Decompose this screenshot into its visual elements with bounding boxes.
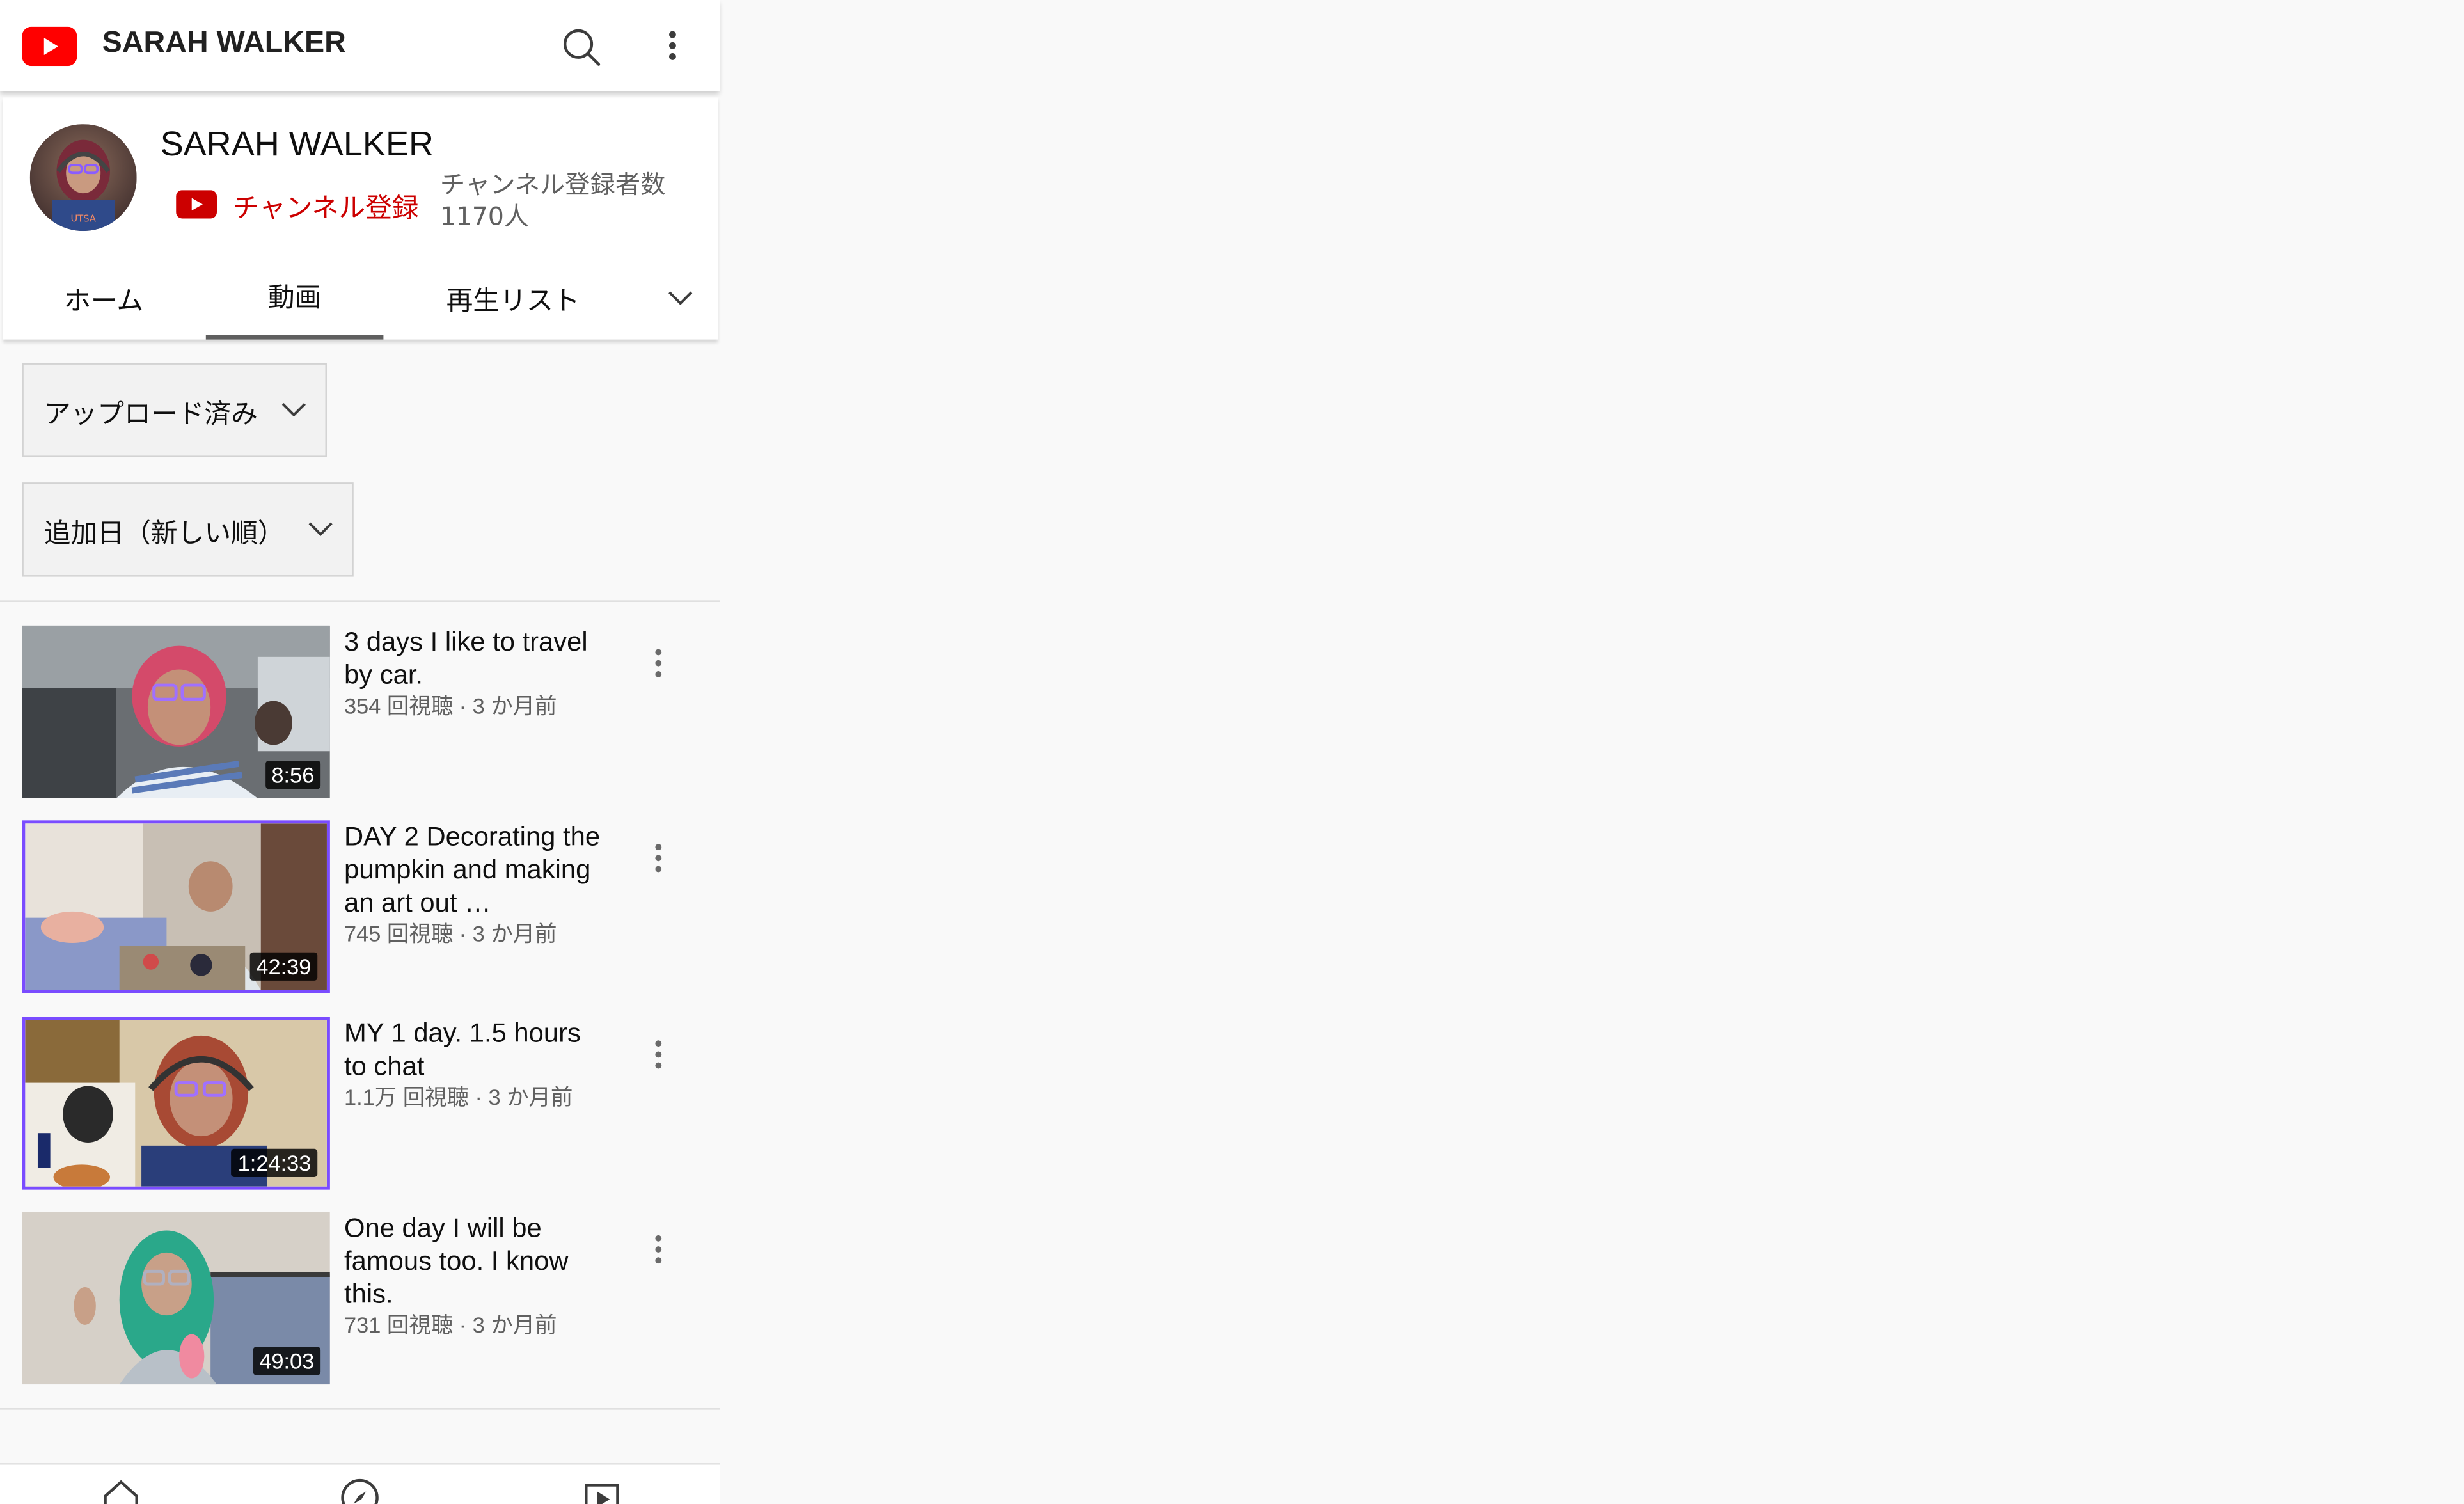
chevron-down-icon[interactable] — [663, 280, 698, 314]
video-title[interactable]: One day I will be famous too. I know thi… — [344, 1212, 608, 1311]
more-vert-icon[interactable] — [643, 644, 674, 685]
video-duration: 42:39 — [249, 952, 318, 981]
more-vert-icon[interactable] — [643, 1231, 674, 1272]
divider — [0, 1408, 720, 1410]
youtube-subscribe-icon — [176, 190, 217, 219]
bottom-navigation — [0, 1463, 720, 1504]
channel-header: UTSA SARAH WALKER チャンネル登録 チャンネル登録者数 1170… — [3, 97, 718, 340]
more-vert-icon[interactable] — [643, 839, 674, 880]
video-list-item[interactable]: 42:39 DAY 2 Decorating the pumpkin and m… — [0, 820, 720, 996]
mobile-view: SARAH WALKER UTSA SARAH WALKER チャンネル登録 チ… — [0, 0, 720, 1504]
avatar-image: UTSA — [29, 124, 137, 232]
video-list-item[interactable]: 8:56 3 days I like to travel by car. 354… — [0, 625, 720, 802]
video-thumbnail[interactable]: 42:39 — [22, 820, 330, 993]
content-type-dropdown[interactable]: アップロード済み — [22, 363, 327, 457]
tab-videos[interactable]: 動画 — [205, 255, 384, 340]
video-meta: 731 回視聴 · 3 か月前 — [344, 1312, 557, 1338]
video-list-item[interactable]: 1:24:33 MY 1 day. 1.5 hours to chat 1.1万… — [0, 1017, 720, 1192]
video-thumbnail[interactable]: 1:24:33 — [22, 1017, 330, 1190]
video-thumbnail[interactable]: 8:56 — [22, 625, 330, 798]
video-title-block: DAY 2 Decorating the pumpkin and making … — [344, 820, 608, 949]
video-list-item[interactable]: 49:03 One day I will be famous too. I kn… — [0, 1212, 720, 1388]
video-duration: 49:03 — [253, 1347, 321, 1375]
tab-home[interactable]: ホーム — [3, 255, 204, 340]
app-bar-title: SARAH WALKER — [102, 26, 346, 60]
video-meta: 354 回視聴 · 3 か月前 — [344, 693, 557, 718]
search-icon[interactable] — [560, 25, 604, 69]
video-title[interactable]: DAY 2 Decorating the pumpkin and making … — [344, 820, 608, 919]
video-title[interactable]: MY 1 day. 1.5 hours to chat — [344, 1017, 608, 1082]
video-title-block: One day I will be famous too. I know thi… — [344, 1212, 608, 1340]
explore-icon[interactable] — [340, 1477, 381, 1504]
content-type-value: アップロード済み — [43, 398, 258, 430]
video-title[interactable]: 3 days I like to travel by car. — [344, 626, 608, 692]
tab-playlists[interactable]: 再生リスト — [383, 255, 642, 340]
screen: SARAH WALKER UTSA SARAH WALKER チャンネル登録 チ… — [0, 0, 2464, 1504]
sort-order-dropdown[interactable]: 追加日（新しい順） — [22, 482, 354, 577]
video-duration: 8:56 — [265, 760, 321, 789]
chevron-down-icon — [281, 402, 306, 417]
video-title-block: 3 days I like to travel by car. 354 回視聴 … — [344, 626, 608, 722]
subscriber-count: チャンネル登録者数 1170人 — [439, 170, 666, 232]
more-vert-icon[interactable] — [654, 25, 691, 69]
subscribe-label: チャンネル登録 — [232, 192, 419, 225]
channel-name: SARAH WALKER — [160, 124, 434, 164]
video-duration: 1:24:33 — [231, 1148, 318, 1177]
youtube-logo-icon[interactable] — [22, 26, 77, 67]
video-thumbnail[interactable]: 49:03 — [22, 1212, 330, 1385]
channel-tabs: ホーム 動画 再生リスト — [3, 255, 718, 340]
video-title-block: MY 1 day. 1.5 hours to chat 1.1万 回視聴 · 3… — [344, 1017, 608, 1112]
subscriptions-icon[interactable] — [581, 1477, 622, 1504]
channel-avatar[interactable]: UTSA — [29, 124, 137, 232]
divider — [0, 600, 720, 602]
svg-text:UTSA: UTSA — [71, 213, 96, 224]
sort-order-value: 追加日（新しい順） — [43, 518, 285, 550]
more-vert-icon[interactable] — [643, 1036, 674, 1077]
subscribe-button[interactable]: チャンネル登録 — [176, 182, 419, 226]
chevron-down-icon — [308, 522, 333, 537]
top-app-bar: SARAH WALKER — [0, 0, 720, 91]
home-icon[interactable] — [100, 1477, 141, 1504]
video-meta: 745 回視聴 · 3 か月前 — [344, 921, 557, 946]
video-meta: 1.1万 回視聴 · 3 か月前 — [344, 1084, 573, 1110]
